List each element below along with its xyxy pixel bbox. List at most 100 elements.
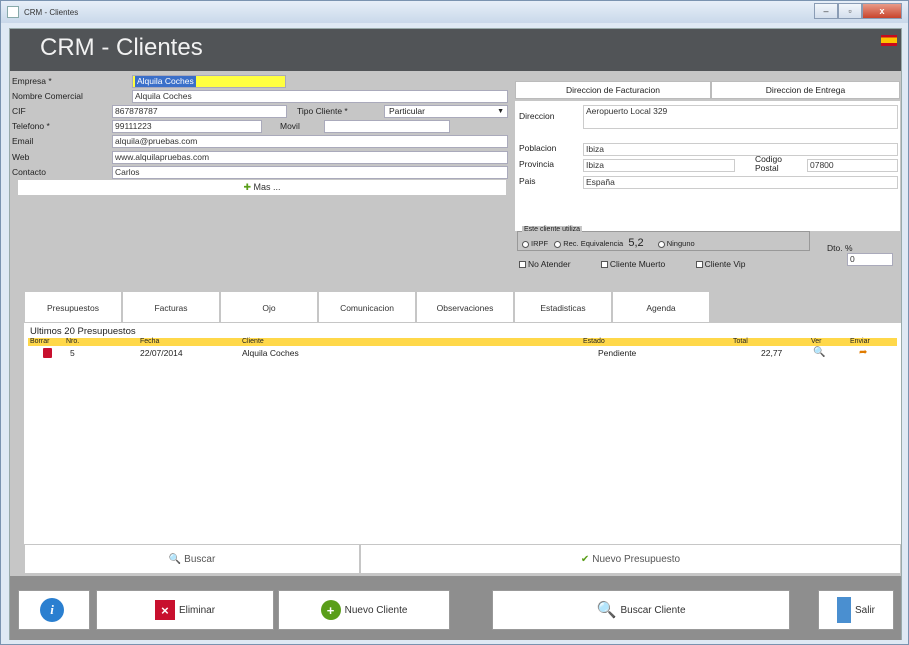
muerto-checkbox[interactable] [600,261,608,269]
tab-entrega[interactable]: Direccion de Entrega [711,81,900,99]
nuevo-cliente-label: Nuevo Cliente [344,604,408,616]
pais-label: Pais [519,176,536,186]
provincia-label: Provincia [519,159,554,169]
rec-radio[interactable] [554,240,562,248]
no-atender-label: No Atender [528,259,571,269]
row-total: 22,77 [761,348,783,358]
eliminar-label: Eliminar [178,604,216,616]
email-row: Email alquila@pruebas.com [12,135,508,149]
row-fecha: 22/07/2014 [140,348,183,358]
presupuestos-panel: Ultimos 20 Presupuestos Borrar Nro. Fech… [24,323,901,571]
buscar-button[interactable]: 🔍 Buscar [24,544,360,574]
tax-group: Este cliente utiliza IRPF Rec. Equivalen… [517,226,810,251]
contacto-input[interactable]: Carlos [112,166,508,179]
cp-input[interactable]: 07800 [807,159,898,172]
app-icon [7,6,19,18]
web-label: Web [12,152,30,162]
contacto-row: Contacto Carlos [12,166,508,180]
nombre-row: Nombre Comercial Alquila Coches [12,90,508,104]
dto-input[interactable]: 0 [847,253,893,266]
tab-presupuestos[interactable]: Presupuestos [24,291,122,323]
salir-label: Salir [854,604,875,616]
maximize-button[interactable]: ▫ [838,3,862,19]
poblacion-label: Poblacion [519,143,557,153]
table-row[interactable]: 5 22/07/2014 Alquila Coches Pendiente 22… [28,347,897,359]
muerto-label: Cliente Muerto [609,259,666,269]
pais-input[interactable]: España [583,176,898,189]
web-input[interactable]: www.alquilapruebas.com [112,151,508,164]
magnifier-icon[interactable]: 🔍 [813,347,825,359]
tipo-value: Particular [389,106,425,116]
col-fecha: Fecha [140,338,160,345]
panel-footer: 🔍 Buscar ✔ Nuevo Presupuesto [24,544,901,574]
send-icon[interactable]: ➦ [859,347,867,359]
mas-button[interactable]: ✚ Mas ... [18,180,506,195]
check-icon: ✔ [580,554,590,565]
movil-input[interactable] [324,120,450,133]
tab-agenda[interactable]: Agenda [612,291,710,323]
nuevo-cliente-button[interactable]: + Nuevo Cliente [278,590,450,630]
poblacion-input[interactable]: Ibiza [583,143,898,156]
address-form: Direccion Aeropuerto Local 329 Poblacion… [515,101,900,231]
nombre-input[interactable]: Alquila Coches [132,90,508,103]
close-button[interactable]: x [862,3,902,19]
ninguno-label: Ninguno [666,239,695,248]
tab-estadisticas[interactable]: Estadisticas [514,291,612,323]
provincia-input[interactable]: Ibiza [583,159,735,172]
email-input[interactable]: alquila@pruebas.com [112,135,508,148]
col-enviar: Enviar [850,338,870,345]
col-borrar: Borrar [30,338,50,345]
rec-value[interactable]: 5,2 [628,237,643,249]
tab-facturas[interactable]: Facturas [122,291,220,323]
vip-label: Cliente Vip [704,259,746,269]
cif-input[interactable]: 867878787 [112,105,287,118]
no-atender-checkbox[interactable] [519,261,526,269]
exit-door-icon [836,597,851,623]
window-controls: – ▫ x [814,3,902,19]
info-icon: i [40,598,64,622]
direccion-input[interactable]: Aeropuerto Local 329 [583,105,898,129]
buscar-cliente-button[interactable]: 🔍 Buscar Cliente [492,590,790,630]
cif-label: CIF [12,106,26,116]
ninguno-radio[interactable] [657,240,665,248]
web-row: Web www.alquilapruebas.com [12,151,508,165]
tab-facturacion[interactable]: Direccion de Facturacion [515,81,711,99]
info-button[interactable]: i [18,590,90,630]
vip-checkbox[interactable] [695,261,703,269]
tax-options: IRPF Rec. Equivalencia 5,2 Ninguno [522,237,695,249]
search-icon: 🔍 [596,602,617,619]
telefono-row: Telefono * 99111223 Movil [12,120,508,134]
tabs-bar: Presupuestos Facturas Ojo Comunicacion O… [24,291,710,323]
app-window: CRM - Clientes – ▫ x CRM - Clientes Empr… [0,0,909,645]
irpf-radio[interactable] [522,240,529,248]
col-nro: Nro. [66,338,80,345]
flags-row: No Atender Cliente Muerto Cliente Vip [519,259,746,269]
telefono-label: Telefono * [12,121,50,131]
telefono-input[interactable]: 99111223 [112,120,262,133]
tab-ojo[interactable]: Ojo [220,291,318,323]
empresa-value: Alquila Coches [135,76,196,87]
cif-row: CIF 867878787 Tipo Cliente * Particular … [12,105,508,119]
window-title: CRM - Clientes [24,7,79,17]
tab-comunicacion[interactable]: Comunicacion [318,291,416,323]
buscar-label: Buscar [184,554,216,565]
buscar-cliente-label: Buscar Cliente [620,604,686,616]
nuevo-presupuesto-label: Nuevo Presupuesto [592,554,681,565]
bottom-toolbar: i × Eliminar + Nuevo Cliente 🔍 Buscar Cl… [10,576,901,640]
app-header: CRM - Clientes [10,29,901,71]
spain-flag-icon[interactable] [881,35,897,46]
delete-icon[interactable] [43,348,52,358]
tipo-select[interactable]: Particular ▼ [384,105,508,118]
panel-title: Ultimos 20 Presupuestos [30,326,136,337]
tab-observaciones[interactable]: Observaciones [416,291,514,323]
tipo-label: Tipo Cliente * [297,106,348,116]
eliminar-button[interactable]: × Eliminar [96,590,274,630]
nombre-label: Nombre Comercial [12,91,83,101]
salir-button[interactable]: Salir [818,590,894,630]
rec-label: Rec. Equivalencia [563,239,624,248]
minimize-button[interactable]: – [814,3,838,19]
chevron-down-icon: ▼ [497,108,504,115]
nuevo-presupuesto-button[interactable]: ✔ Nuevo Presupuesto [360,544,901,574]
empresa-input[interactable]: Alquila Coches [132,75,286,88]
row-cliente: Alquila Coches [242,348,299,358]
